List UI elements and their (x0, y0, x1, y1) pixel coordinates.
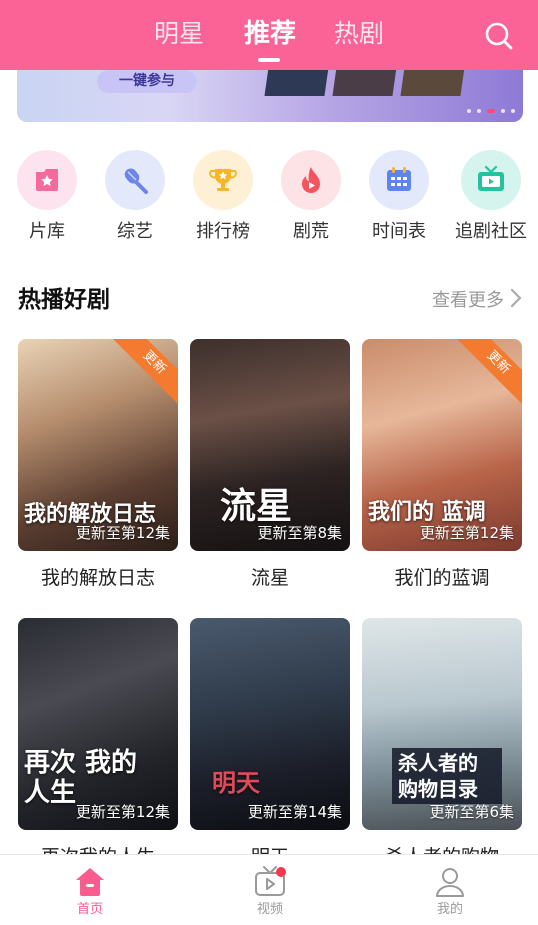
view-more-link[interactable]: 查看更多 (432, 287, 522, 317)
nav-icon-wrap (50, 865, 130, 901)
trophy-icon (209, 169, 237, 191)
top-tabs: 明星 推荐 热剧 (0, 0, 538, 70)
banner-dot (501, 108, 505, 113)
category-ranking[interactable]: 排行榜 (178, 150, 268, 244)
nav-label: 首页 (76, 902, 103, 917)
drama-title: 我的解放日志 (40, 567, 155, 589)
nav-home[interactable]: 首页 (50, 865, 130, 919)
category-community[interactable]: 追剧社区 (446, 150, 536, 244)
active-tab-indicator (258, 58, 280, 62)
search-icon (485, 22, 513, 50)
category-drama-drought[interactable]: 剧荒 (266, 150, 356, 244)
drama-title: 流星 (250, 567, 289, 589)
category-label: 排行榜 (196, 221, 250, 242)
category-label: 剧荒 (293, 221, 329, 242)
banner-pagination (461, 100, 515, 113)
poster-title-art: 再次 我的人生 (24, 748, 138, 808)
microphone-icon (124, 168, 148, 194)
notification-dot (276, 867, 286, 877)
nav-video[interactable]: 视频 (230, 865, 310, 919)
search-button[interactable] (483, 20, 515, 52)
banner-dot (477, 108, 481, 113)
section-title: 热播好剧 (18, 287, 110, 313)
poster-title-art: 流星 (220, 485, 293, 527)
episode-label: 更新至第12集 (419, 524, 514, 542)
category-label: 片库 (29, 221, 65, 242)
category-library[interactable]: 片库 (2, 150, 92, 244)
episode-label: 更新至第6集 (429, 803, 514, 821)
nav-profile[interactable]: 我的 (410, 865, 490, 919)
top-header: 明星 推荐 热剧 (0, 0, 538, 70)
drama-poster: 明天 更新至第14集 (190, 618, 350, 830)
category-icon-bg (369, 150, 429, 210)
update-badge: 更新 (452, 339, 522, 409)
tab-hot-drama[interactable]: 热剧 (334, 17, 384, 51)
star-box-icon (36, 169, 58, 191)
tab-recommend[interactable]: 推荐 (244, 17, 296, 51)
nav-label: 我的 (436, 902, 463, 917)
category-icon-bg (281, 150, 341, 210)
drama-poster: 流星 更新至第8集 (190, 339, 350, 551)
category-icon-bg (193, 150, 253, 210)
drama-poster: 再次 我的人生 更新至第12集 (18, 618, 178, 830)
nav-icon-wrap (410, 865, 490, 901)
category-schedule[interactable]: 时间表 (354, 150, 444, 244)
category-icon-bg (461, 150, 521, 210)
drama-card[interactable]: 杀人者的 购物目录 更新至第6集 杀人者的购物 (362, 618, 522, 870)
banner-dot (511, 108, 515, 113)
drama-card[interactable]: 流星 更新至第8集 流星 (190, 339, 350, 591)
poster-title-art: 杀人者的 购物目录 (392, 748, 502, 804)
drama-poster: 我们的 蓝调 更新 更新至第12集 (362, 339, 522, 551)
drama-card[interactable]: 明天 更新至第14集 明天 (190, 618, 350, 870)
bottom-navigation: 首页 视频 我的 (0, 854, 538, 925)
episode-label: 更新至第8集 (257, 524, 342, 542)
banner-dot (467, 108, 471, 113)
episode-label: 更新至第14集 (247, 803, 342, 821)
home-icon (76, 868, 104, 896)
episode-label: 更新至第12集 (75, 524, 170, 542)
episode-label: 更新至第12集 (75, 803, 170, 821)
tv-icon (478, 165, 504, 191)
chevron-right-icon (510, 288, 522, 317)
drama-card[interactable]: 再次 我的人生 更新至第12集 再次我的人生 (18, 618, 178, 870)
category-label: 时间表 (372, 221, 426, 242)
poster-title-art: 明天 (212, 768, 260, 797)
category-icon-bg (105, 150, 165, 210)
category-icon-bg (17, 150, 77, 210)
category-label: 综艺 (117, 221, 153, 242)
drama-poster: 我的解放日志 更新 更新至第12集 (18, 339, 178, 551)
drama-title: 我们的蓝调 (394, 567, 490, 589)
nav-icon-wrap (230, 865, 310, 901)
update-badge: 更新 (108, 339, 178, 409)
drama-card[interactable]: 我们的 蓝调 更新 更新至第12集 我们的蓝调 (362, 339, 522, 591)
tab-stars[interactable]: 明星 (154, 17, 204, 51)
user-icon (436, 868, 464, 897)
nav-label: 视频 (256, 902, 283, 917)
view-more-label: 查看更多 (432, 290, 504, 311)
drama-card[interactable]: 我的解放日志 更新 更新至第12集 我的解放日志 (18, 339, 178, 591)
category-label: 追剧社区 (455, 221, 527, 242)
calendar-icon (387, 167, 411, 191)
banner-dot-active (487, 108, 495, 113)
category-variety[interactable]: 综艺 (90, 150, 180, 244)
drama-poster: 杀人者的 购物目录 更新至第6集 (362, 618, 522, 830)
flame-icon (302, 167, 320, 193)
join-button[interactable]: 一键参与 (97, 70, 197, 93)
